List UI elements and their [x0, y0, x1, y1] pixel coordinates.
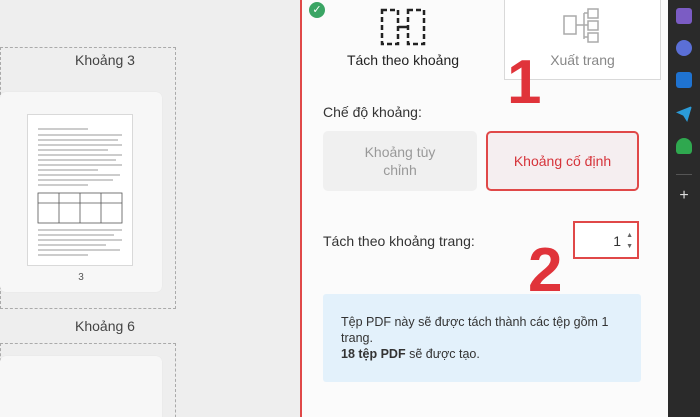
export-pages-icon	[562, 8, 599, 43]
split-range-icon	[380, 8, 426, 46]
chevron-up-icon[interactable]: ▲	[626, 232, 633, 240]
info-count-rest: sẽ được tạo.	[405, 347, 480, 361]
copilot-icon[interactable]	[676, 8, 692, 24]
fixed-range-button[interactable]: Khoảng cố định	[486, 131, 639, 191]
page-card-next[interactable]	[0, 356, 162, 417]
tree-icon[interactable]	[676, 138, 692, 154]
annotation-step-1: 1	[507, 48, 542, 117]
tab-split-label: Tách theo khoảng	[346, 52, 460, 68]
document-preview-lines	[37, 128, 123, 256]
app-sidebar: +	[668, 0, 700, 417]
split-settings-panel: ✓ Tách theo khoảng Xuất trang Chế độ kho…	[302, 0, 668, 417]
check-icon: ✓	[309, 2, 325, 18]
preview-panel: Khoảng 3 3 Khoảng 6	[0, 0, 302, 417]
interval-value[interactable]: 1	[613, 233, 621, 249]
plus-icon[interactable]: +	[676, 188, 692, 204]
tab-split-by-range[interactable]: ✓ Tách theo khoảng	[302, 0, 504, 80]
custom-range-button[interactable]: Khoảng tùy chỉnh	[323, 131, 477, 191]
split-interval-label: Tách theo khoảng trang:	[323, 233, 475, 249]
chevron-down-icon[interactable]: ▼	[626, 243, 633, 251]
outlook-icon[interactable]	[676, 72, 692, 88]
split-info-box: Tệp PDF này sẽ được tách thành các tệp g…	[323, 294, 641, 382]
send-icon[interactable]	[676, 106, 692, 122]
annotation-step-2: 2	[528, 236, 563, 305]
range-label-6: Khoảng 6	[75, 318, 135, 334]
app-icon[interactable]	[676, 40, 692, 56]
page-thumbnail[interactable]	[27, 114, 133, 266]
sidebar-divider	[676, 174, 692, 175]
info-count-strong: 18 tệp PDF	[341, 347, 406, 361]
interval-stepper[interactable]: 1 ▲ ▼	[573, 221, 639, 259]
page-number: 3	[78, 272, 84, 283]
range-mode-title: Chế độ khoảng:	[323, 104, 422, 120]
info-count: 18 tệp PDF sẽ được tạo.	[341, 346, 623, 362]
info-line: Tệp PDF này sẽ được tách thành các tệp g…	[341, 315, 609, 345]
